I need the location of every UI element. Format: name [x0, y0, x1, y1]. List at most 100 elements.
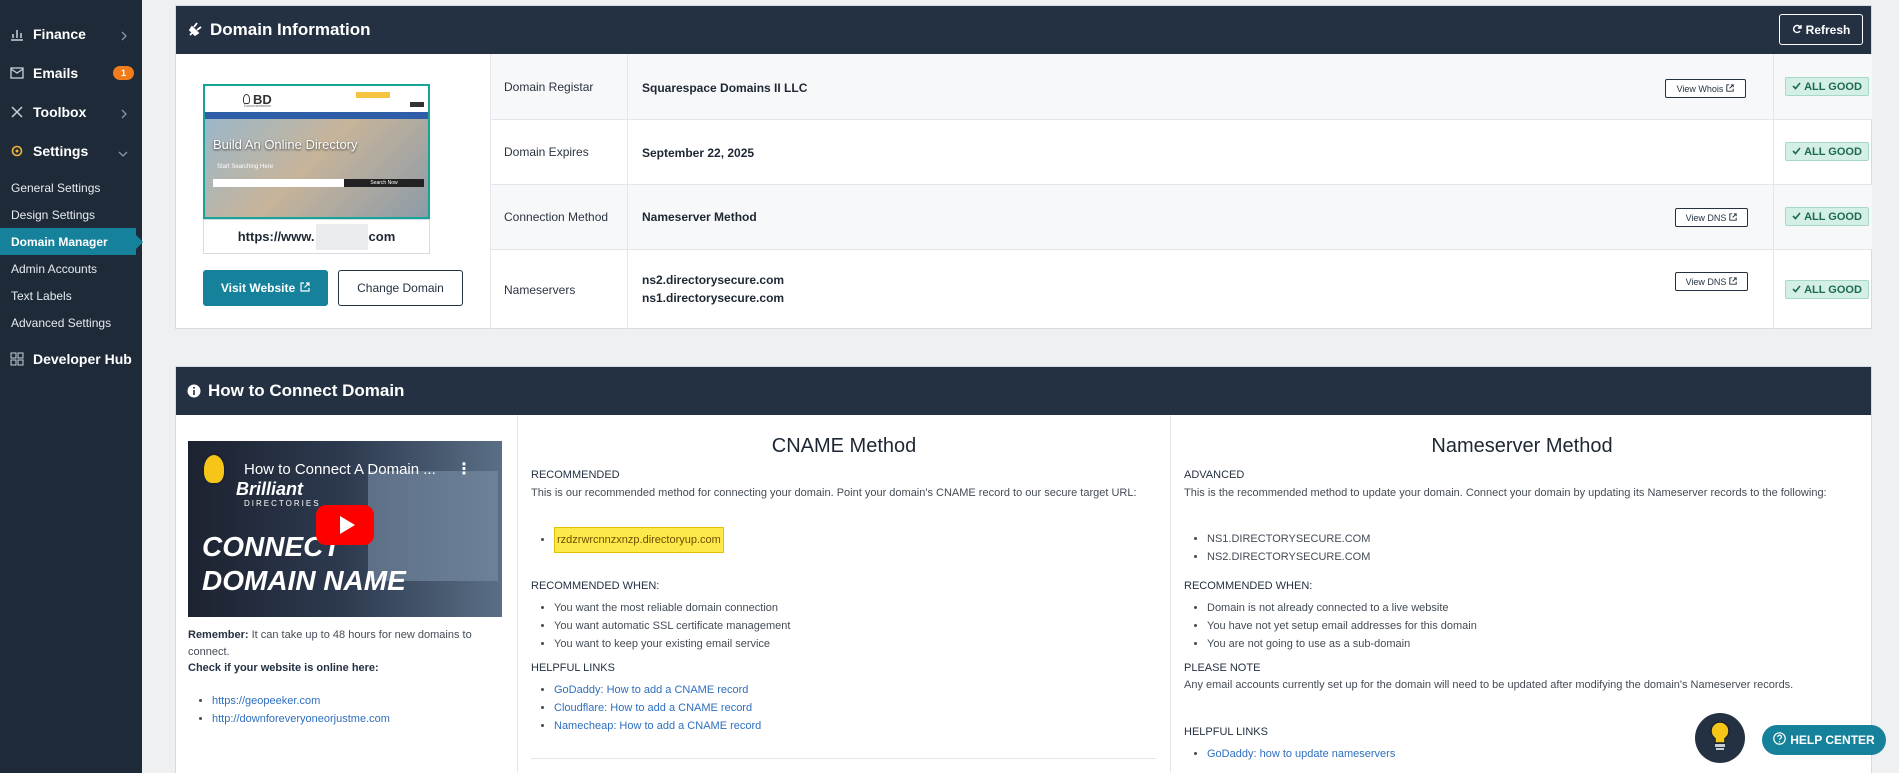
mail-icon — [9, 65, 25, 81]
divider — [531, 758, 1156, 759]
ns-title: Nameserver Method — [1431, 435, 1613, 457]
status-badge: ALL GOOD — [1785, 142, 1869, 161]
list-item: Domain is not already connected to a liv… — [1207, 599, 1477, 617]
visit-website-button[interactable]: Visit Website — [203, 270, 328, 306]
check-icon — [1792, 284, 1801, 296]
panel-header: Domain Information Refresh — [176, 6, 1871, 54]
thumbnail-logo-sub: Documentation — [244, 103, 271, 108]
status-cell: ALL GOOD — [1773, 120, 1873, 184]
list-item: You are not going to use as a sub-domain — [1207, 635, 1477, 653]
chevron-down-icon — [118, 145, 128, 161]
row-label: Domain Registar — [491, 54, 628, 119]
table-row: Domain Expires September 22, 2025 ALL GO… — [490, 120, 1872, 185]
cname-title: CNAME Method — [771, 435, 917, 457]
check-icon — [1792, 146, 1801, 158]
domain-information-panel: Domain Information Refresh BD Documentat… — [175, 5, 1872, 329]
ns-note-title: PLEASE NOTE — [1184, 662, 1261, 674]
status-cell: ALL GOOD — [1773, 250, 1873, 329]
cloudflare-cname-link[interactable]: Cloudflare: How to add a CNAME record — [554, 702, 752, 714]
view-dns-button[interactable]: View DNS — [1675, 272, 1748, 291]
emails-badge: 1 — [113, 66, 134, 80]
sidebar-sub-design-settings[interactable]: Design Settings — [0, 201, 142, 228]
row-value: September 22, 2025 — [642, 146, 755, 160]
play-icon — [339, 516, 355, 534]
ns-server-list: NS1.DIRECTORYSECURE.COM NS2.DIRECTORYSEC… — [1171, 530, 1370, 566]
play-button[interactable] — [316, 505, 374, 545]
refresh-icon — [1792, 23, 1802, 37]
url-prefix: https://www. — [237, 229, 315, 244]
url-suffix: com — [368, 229, 396, 244]
change-domain-button[interactable]: Change Domain — [338, 270, 463, 306]
ns-links-title: HELPFUL LINKS — [1184, 726, 1268, 738]
godaddy-cname-link[interactable]: GoDaddy: How to add a CNAME record — [554, 684, 748, 696]
sidebar-item-label: Settings — [33, 143, 89, 159]
sidebar-item-label: Developer Hub — [33, 351, 132, 367]
downforeveryone-link[interactable]: http://downforeveryoneorjustme.com — [212, 713, 390, 725]
status-label: ALL GOOD — [1804, 210, 1862, 223]
panel-header: How to Connect Domain — [176, 367, 1871, 415]
check-icon — [1792, 211, 1801, 223]
sidebar-sub-domain-manager[interactable]: Domain Manager — [0, 228, 143, 255]
ns-when-list: Domain is not already connected to a liv… — [1171, 599, 1477, 653]
cname-when-title: RECOMMENDED WHEN: — [531, 580, 660, 592]
lightbulb-icon — [1708, 720, 1732, 757]
ns-description: This is the recommended method to update… — [1184, 487, 1827, 499]
cname-when-list: You want the most reliable domain connec… — [518, 599, 790, 653]
godaddy-ns-link[interactable]: GoDaddy: how to update nameservers — [1207, 748, 1395, 760]
external-link-icon — [1729, 276, 1738, 287]
sidebar-item-developer-hub[interactable]: Developer Hub — [0, 344, 142, 374]
view-dns-button[interactable]: View DNS — [1675, 208, 1748, 227]
geopeeker-link[interactable]: https://geopeeker.com — [212, 695, 320, 707]
ns-note: Any email accounts currently set up for … — [1184, 679, 1794, 691]
sidebar-item-settings[interactable]: Settings — [0, 136, 142, 166]
refresh-button[interactable]: Refresh — [1779, 14, 1863, 45]
video-column: How to Connect A Domain ... ⋮ Brilliant … — [176, 415, 517, 773]
sidebar-sub-general-settings[interactable]: General Settings — [0, 174, 142, 201]
sidebar: Finance Emails 1 Toolbox Settings Genera… — [0, 0, 143, 773]
info-icon — [187, 384, 201, 398]
redacted-domain — [315, 223, 368, 250]
list-item: You want the most reliable domain connec… — [554, 599, 790, 617]
status-label: ALL GOOD — [1804, 283, 1862, 296]
sidebar-sub-text-labels[interactable]: Text Labels — [0, 282, 142, 309]
namecheap-cname-link[interactable]: Namecheap: How to add a CNAME record — [554, 720, 761, 732]
table-row: Nameservers ns2.directorysecure.com ns1.… — [490, 250, 1872, 329]
check-icon — [1792, 81, 1801, 93]
visit-website-label: Visit Website — [220, 281, 296, 295]
sidebar-sub-advanced-settings[interactable]: Advanced Settings — [0, 309, 142, 336]
view-whois-label: View Whois — [1676, 83, 1724, 94]
sidebar-item-label: Toolbox — [33, 104, 87, 120]
cname-links-title: HELPFUL LINKS — [531, 662, 615, 674]
chart-icon — [9, 26, 25, 42]
website-thumbnail: BD Documentation Build An Online Directo… — [203, 84, 430, 219]
refresh-label: Refresh — [1805, 22, 1851, 37]
ns-tag: ADVANCED — [1184, 469, 1245, 481]
sidebar-item-emails[interactable]: Emails 1 — [0, 58, 142, 88]
view-whois-button[interactable]: View Whois — [1665, 79, 1746, 98]
nameserver-column: Nameserver Method ADVANCED This is the r… — [1170, 415, 1873, 773]
sidebar-sub-admin-accounts[interactable]: Admin Accounts — [0, 255, 142, 282]
status-cell: ALL GOOD — [1773, 185, 1873, 249]
sidebar-item-finance[interactable]: Finance — [0, 19, 142, 49]
cname-target[interactable]: rzdzrwrcnnzxnzp.directoryup.com — [554, 527, 724, 553]
more-options-icon[interactable]: ⋮ — [456, 459, 472, 479]
cname-column: CNAME Method RECOMMENDED This is our rec… — [517, 415, 1170, 773]
check-links: https://geopeeker.com http://downforever… — [188, 692, 390, 728]
external-link-icon — [1726, 83, 1735, 94]
row-label: Domain Expires — [491, 120, 628, 184]
lightbulb-logo-icon — [202, 453, 226, 485]
help-center-button[interactable]: HELP CENTER — [1762, 725, 1886, 755]
how-to-connect-panel: How to Connect Domain How to Connect A D… — [175, 366, 1872, 773]
status-label: ALL GOOD — [1804, 80, 1862, 93]
video-player[interactable]: How to Connect A Domain ... ⋮ Brilliant … — [188, 441, 502, 617]
sidebar-item-toolbox[interactable]: Toolbox — [0, 97, 142, 127]
sidebar-item-label: Finance — [33, 26, 86, 42]
ns-links-list: GoDaddy: how to update nameservers — [1171, 745, 1395, 763]
view-dns-label: View DNS — [1685, 276, 1727, 287]
help-center-label: HELP CENTER — [1790, 733, 1875, 747]
remember-label: Remember: — [188, 629, 249, 641]
video-brand: Brilliant — [236, 479, 304, 499]
check-online-label: Check if your website is online here: — [188, 662, 379, 674]
view-dns-label: View DNS — [1685, 212, 1727, 223]
help-bulb-button[interactable] — [1695, 713, 1745, 763]
